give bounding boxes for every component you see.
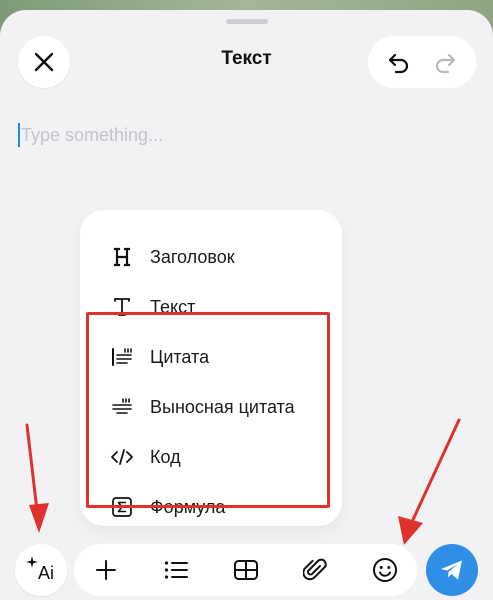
plus-icon (96, 560, 116, 580)
attachment-button[interactable] (299, 554, 331, 586)
text-editor-sheet: Текст Заголовок (0, 10, 493, 600)
ai-assistant-button[interactable]: Ai (15, 544, 67, 596)
undo-redo-group (368, 36, 476, 88)
menu-item-heading[interactable]: Заголовок (80, 232, 342, 282)
ai-label: Ai (37, 562, 54, 583)
formatting-toolbar (74, 544, 417, 596)
table-icon (233, 560, 258, 580)
list-icon (164, 561, 188, 579)
ai-sparkle-icon (26, 556, 38, 568)
sheet-grabber[interactable] (226, 19, 268, 24)
emoji-icon (373, 558, 397, 582)
redo-icon (435, 53, 456, 74)
table-button[interactable] (230, 554, 262, 586)
list-button[interactable] (160, 554, 192, 586)
text-input[interactable] (21, 124, 441, 146)
add-button[interactable] (90, 554, 122, 586)
heading-icon (110, 245, 134, 269)
menu-item-label: Заголовок (150, 246, 235, 267)
text-caret (18, 123, 20, 147)
send-icon (441, 560, 462, 580)
text-editor-area[interactable] (18, 122, 468, 148)
undo-button[interactable] (379, 42, 419, 82)
annotation-highlight-box (86, 312, 330, 508)
redo-button[interactable] (425, 42, 465, 82)
emoji-button[interactable] (369, 554, 401, 586)
undo-icon (388, 53, 409, 74)
send-button[interactable] (426, 544, 478, 596)
attachment-icon (303, 558, 327, 581)
